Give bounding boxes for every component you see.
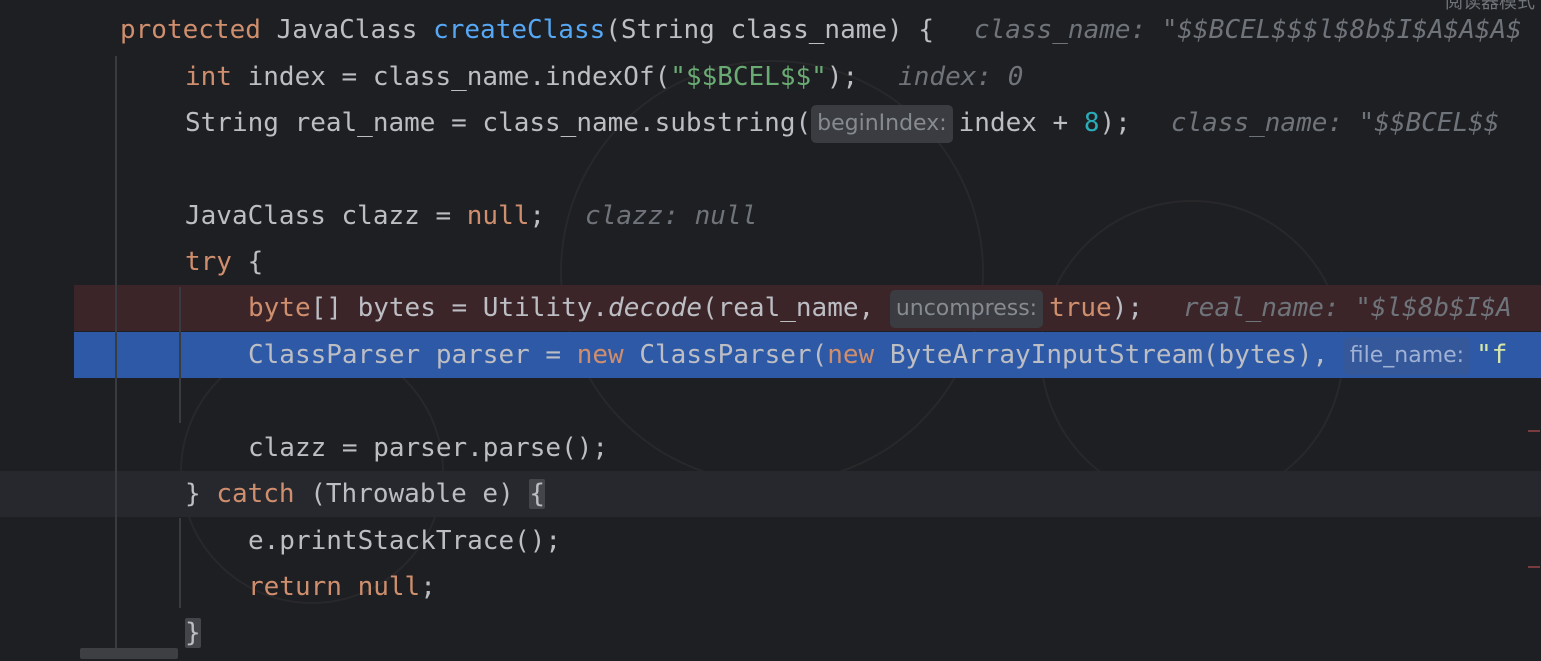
code-token: byte — [248, 293, 311, 323]
parameter-hint: uncompress: — [889, 290, 1044, 328]
code-line[interactable]: return null; — [0, 564, 1541, 610]
code-token: new — [827, 340, 875, 370]
code-token: null — [357, 572, 421, 602]
code-token: String real_name = class_name.substring( — [185, 108, 812, 138]
parameter-hint: file_name: — [1343, 337, 1471, 375]
code-token: } — [185, 479, 217, 509]
error-stripe-marker[interactable] — [1528, 566, 1540, 568]
code-token: true — [1049, 293, 1112, 323]
code-token: ); — [1111, 293, 1144, 323]
code-line[interactable]: JavaClass clazz = null; clazz: null — [0, 193, 1541, 239]
code-token: (real_name, — [701, 293, 890, 323]
code-line[interactable]: try { — [0, 239, 1541, 285]
horizontal-scrollbar[interactable] — [80, 648, 178, 659]
caret-line[interactable]: } catch (Throwable e) { — [0, 471, 1541, 517]
inline-debug-value: real_name: "$l$8b$I$A — [1183, 293, 1512, 323]
method-name: createClass — [433, 15, 606, 45]
inline-debug-value: class_name: "$$BCEL$$ — [1170, 108, 1500, 138]
indent-guide — [179, 518, 181, 608]
error-stripe-marker[interactable] — [1528, 430, 1540, 432]
code-line[interactable]: } — [0, 610, 1541, 656]
code-editor[interactable]: 阅读器模式 protected JavaClass createClass(St… — [0, 0, 1541, 661]
indent-guide — [179, 287, 181, 423]
number-literal: 8 — [1083, 108, 1100, 138]
code-token: JavaClass — [260, 15, 434, 45]
code-token: [] bytes = Utility. — [310, 293, 609, 323]
code-token: index = class_name.indexOf( — [231, 62, 671, 92]
code-token: { — [231, 247, 264, 277]
code-token: ByteArrayInputStream(bytes), — [874, 340, 1344, 370]
string-literal: "$$BCEL$$" — [670, 62, 827, 92]
breakpoint-line[interactable]: byte[] bytes = Utility.decode(real_name,… — [74, 285, 1541, 331]
inline-debug-value: index: 0 — [898, 62, 1024, 92]
code-token: ); — [826, 62, 859, 92]
parameter-hint: beginIndex: — [811, 105, 953, 143]
matched-brace: { — [529, 479, 546, 509]
code-token: protected — [120, 15, 261, 45]
matched-brace: } — [185, 618, 201, 648]
code-token: try — [185, 247, 232, 277]
code-token: ClassParser parser = — [248, 340, 577, 370]
code-line[interactable]: String real_name = class_name.substring(… — [0, 100, 1541, 146]
code-token: JavaClass clazz = — [185, 201, 467, 231]
code-token: ; — [420, 572, 436, 602]
code-token: (Throwable e) — [294, 479, 530, 509]
code-token: clazz = parser.parse(); — [248, 433, 609, 463]
code-token: ; — [529, 201, 546, 231]
execution-point-line[interactable]: ClassParser parser = new ClassParser(new… — [74, 332, 1541, 378]
code-token: catch — [216, 479, 295, 509]
code-line[interactable]: protected JavaClass createClass(String c… — [0, 7, 1541, 53]
code-token: return — [248, 572, 342, 602]
inline-debug-value: clazz: null — [585, 201, 758, 231]
code-line[interactable]: clazz = parser.parse(); — [0, 425, 1541, 471]
code-token: ClassParser( — [623, 340, 828, 370]
indent-guide — [115, 56, 117, 654]
code-token: index + — [958, 108, 1084, 138]
code-token: int — [185, 62, 232, 92]
code-line[interactable]: e.printStackTrace(); — [0, 518, 1541, 564]
code-token: new — [576, 340, 624, 370]
code-line[interactable]: int index = class_name.indexOf("$$BCEL$$… — [0, 54, 1541, 100]
method-name: decode — [608, 293, 702, 323]
string-literal: "f — [1476, 340, 1508, 370]
code-token: (String class_name) { — [605, 15, 934, 45]
code-token: ); — [1099, 108, 1131, 138]
inline-debug-value: class_name: "$$BCEL$$$l$8b$I$A$A$A$ — [974, 15, 1522, 45]
code-token: e.printStackTrace(); — [248, 526, 562, 556]
code-token: null — [466, 201, 530, 231]
